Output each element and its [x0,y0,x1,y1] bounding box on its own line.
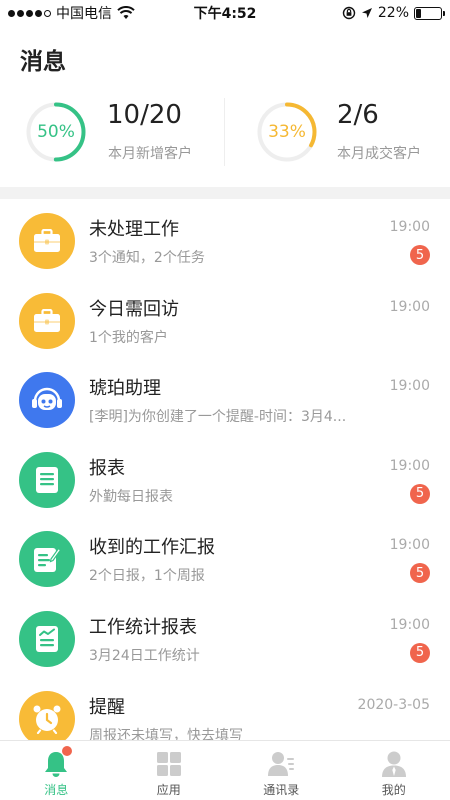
tab-messages[interactable]: 消息 [0,741,113,800]
stat-new-customers[interactable]: 50% 10/20 本月新增客户 [0,92,225,178]
location-arrow-icon [361,8,372,18]
unread-badge: 5 [410,245,430,265]
status-bar: 中国电信 下午4:52 22% [0,0,450,26]
tab-contacts[interactable]: 通讯录 [225,741,338,800]
message-item-assistant[interactable]: 琥珀助理 [李明]为你创建了一个提醒-时间：3月4... 19:00 [0,358,450,438]
message-title: 琥珀助理 [89,378,161,400]
message-time: 19:00 [389,378,430,395]
stat-value: 10/20 [107,100,182,130]
briefcase-icon [34,308,60,332]
message-time: 19:00 [389,537,430,554]
signal-strength-icon [8,9,51,17]
tab-label: 通讯录 [263,783,300,797]
stats-section: 50% 10/20 本月新增客户 33% 2/6 本月成交客户 [0,92,450,178]
assistant-robot-icon [32,387,62,411]
stat-value: 2/6 [337,100,379,130]
message-subtitle: [李明]为你创建了一个提醒-时间：3月4... [89,409,347,426]
message-time: 19:00 [389,298,430,315]
tab-label: 消息 [44,783,69,797]
message-title: 提醒 [89,696,125,718]
message-subtitle: 3月24日工作统计 [89,647,200,664]
message-icon-bg [19,372,75,429]
rotation-lock-icon [342,6,356,20]
message-item-work-report[interactable]: 收到的工作汇报 2个日报，1个周报 19:00 5 [0,517,450,597]
progress-percent: 33% [268,122,306,142]
message-subtitle: 外勤每日报表 [89,488,173,505]
message-icon-bg [19,690,75,747]
message-time: 19:00 [389,616,430,633]
alarm-clock-icon [33,705,61,734]
message-item-work-stats[interactable]: 工作统计报表 3月24日工作统计 19:00 5 [0,597,450,677]
message-title: 未处理工作 [89,219,179,240]
wifi-icon [117,6,135,19]
message-list: 未处理工作 3个通知，2个任务 19:00 5 今日需回访 1个我的客户 19:… [0,199,450,756]
message-time: 19:00 [389,457,430,474]
stat-label: 本月新增客户 [108,146,192,162]
battery-icon [414,6,445,20]
status-right: 22% [342,5,445,21]
tab-bar: 消息 应用 通讯录 我的 [0,740,450,800]
unread-badge: 5 [410,563,430,584]
message-icon-bg [19,451,75,508]
message-item-pending-work[interactable]: 未处理工作 3个通知，2个任务 19:00 5 [0,199,450,279]
tab-label: 应用 [156,783,181,797]
message-icon-bg [19,292,75,349]
grid-icon [156,752,181,776]
message-title: 收到的工作汇报 [89,537,215,559]
message-item-followup[interactable]: 今日需回访 1个我的客户 19:00 [0,279,450,359]
battery-percent: 22% [377,5,409,21]
message-title: 报表 [89,457,125,479]
message-subtitle: 3个通知，2个任务 [89,250,205,266]
profile-icon [381,751,406,777]
unread-badge: 5 [410,483,430,504]
message-icon-bg [19,531,75,588]
tab-label: 我的 [381,783,406,797]
message-icon-bg [19,610,75,667]
briefcase-icon [34,229,60,252]
edit-doc-icon [34,548,61,573]
unread-badge: 5 [410,642,430,663]
chart-doc-icon [36,625,58,652]
message-item-report[interactable]: 报表 外勤每日报表 19:00 5 [0,438,450,518]
status-left: 中国电信 [8,3,135,23]
stat-closed-customers[interactable]: 33% 2/6 本月成交客户 [225,92,450,178]
tab-apps[interactable]: 应用 [113,741,226,800]
section-separator [0,187,450,199]
message-title: 工作统计报表 [89,616,197,638]
notification-dot [62,746,72,756]
carrier-name: 中国电信 [56,6,112,22]
stats-divider [224,98,225,166]
message-time: 19:00 [389,219,430,235]
message-title: 今日需回访 [89,298,179,320]
contacts-icon [268,752,295,776]
message-time: 2020-3-05 [357,696,430,713]
message-icon-bg [19,213,75,269]
message-subtitle: 1个我的客户 [89,329,168,346]
report-doc-icon [36,466,58,493]
message-subtitle: 2个日报，1个周报 [89,568,205,585]
progress-percent: 50% [37,122,75,142]
tab-profile[interactable]: 我的 [338,741,450,800]
stat-label: 本月成交客户 [337,146,421,162]
page-title: 消息 [20,49,66,75]
